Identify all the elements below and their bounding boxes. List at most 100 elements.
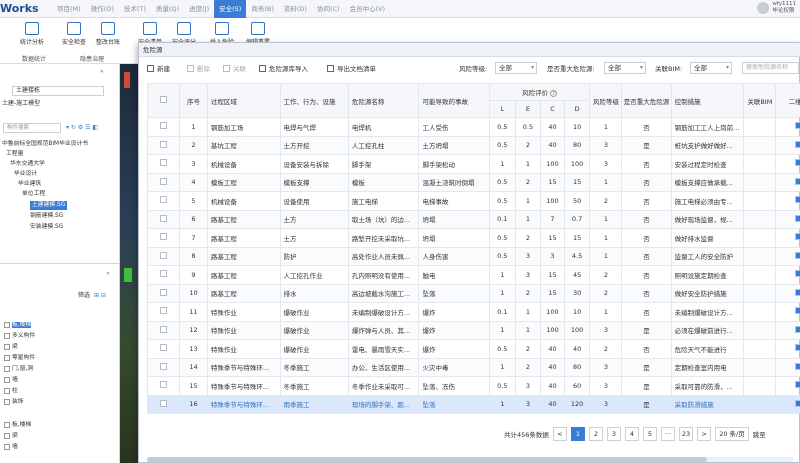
import-button[interactable]: 危险源库导入 [259, 64, 308, 74]
row-checkbox[interactable] [160, 196, 168, 204]
user-info[interactable]: wfy1111 毕论权限 [757, 1, 796, 15]
checkbox[interactable] [4, 376, 10, 383]
row-qr-cell[interactable] [775, 394, 800, 414]
tree-item-root[interactable]: 中鲁前标全国规范BIM毕业设计书 [2, 140, 88, 149]
page-23-button[interactable]: 23 [678, 427, 694, 441]
qr-code-icon[interactable] [794, 288, 800, 296]
qr-code-icon[interactable] [794, 196, 800, 204]
row-qr-cell[interactable] [775, 320, 800, 340]
page-2-button[interactable]: 2 [588, 427, 603, 441]
component-item[interactable]: 柱 [4, 387, 18, 396]
tree-item-rebar-model[interactable]: 钢筋建模.SG [30, 212, 63, 221]
export-button[interactable]: 导出文档清单 [327, 64, 376, 74]
row-checkbox[interactable] [160, 270, 168, 278]
table-row[interactable]: 14 特殊季节与特殊环... 冬季施工 办公、生活区使用... 火灾中毒 1 2 40 80 3 是… [147, 357, 800, 377]
row-qr-cell[interactable] [775, 376, 800, 396]
row-bim[interactable] [743, 376, 777, 396]
page-ellipsis[interactable]: ··· [660, 427, 675, 441]
component-item[interactable]: 梁 [4, 432, 18, 441]
page-5-button[interactable]: 5 [642, 427, 657, 441]
row-checkbox-cell[interactable] [147, 191, 181, 211]
row-bim[interactable] [743, 191, 777, 211]
row-checkbox[interactable] [160, 381, 168, 389]
menu-safety[interactable]: 安全(S) [214, 0, 247, 18]
component-item[interactable]: 门,窗,洞 [4, 365, 33, 374]
qr-code-icon[interactable] [794, 381, 800, 389]
row-bim[interactable] [743, 154, 777, 174]
scrollbar-thumb[interactable] [147, 457, 707, 462]
menu-business[interactable]: 商务(B) [246, 0, 279, 18]
qr-code-icon[interactable] [794, 214, 800, 222]
row-bim[interactable] [743, 228, 777, 248]
statistics-button[interactable]: 统计分析 [14, 22, 50, 46]
row-checkbox-cell[interactable] [147, 283, 181, 303]
header-checkbox[interactable] [147, 83, 181, 118]
next-page-button[interactable]: > [697, 427, 712, 441]
component-item[interactable]: 墙 [4, 443, 18, 452]
qr-code-icon[interactable] [794, 159, 800, 167]
table-row[interactable]: 4 模板工程 模板支撑 模板 混凝土浇筑时倒塌 0.5 2 15 15 1 否模板支撑应做承载... [147, 172, 800, 192]
row-checkbox[interactable] [160, 325, 168, 333]
row-checkbox-cell[interactable] [147, 302, 181, 322]
qr-code-icon[interactable] [794, 362, 800, 370]
prev-page-button[interactable]: < [552, 427, 567, 441]
qr-code-icon[interactable] [794, 177, 800, 185]
table-row[interactable]: 11 特殊作业 爆破作业 未编制爆破设计方... 爆炸 0.1 1 100 10 1 否未编制爆破设… [147, 302, 800, 322]
row-checkbox-cell[interactable] [147, 376, 181, 396]
component-item[interactable]: 板,楼梯 [4, 421, 31, 430]
table-row[interactable]: 10 路基工程 排水 高边坡截水沟施工... 坠落 1 2 15 30 2 否做好安全防护措施 [147, 283, 800, 303]
row-checkbox[interactable] [160, 399, 168, 407]
row-qr-cell[interactable] [775, 283, 800, 303]
row-checkbox-cell[interactable] [147, 209, 181, 229]
component-search-input[interactable]: 构件搜索 [3, 123, 61, 133]
component-item[interactable]: 零星构件 [4, 354, 35, 363]
table-row[interactable]: 6 路基工程 土方 取土场（坑）的边... 坍塌 0.1 1 7 0.7 1 否做好现场监督，规..… [147, 209, 800, 229]
checkbox[interactable] [4, 343, 10, 350]
qr-code-icon[interactable] [794, 270, 800, 278]
table-row[interactable]: 16 特殊季节与特殊环... 雨季施工 现场的脚手架、跑... 坠落 1 3 40 120 3 是采… [147, 394, 800, 414]
safety-check-button[interactable]: 安全检查 [56, 22, 92, 46]
checkbox[interactable] [4, 321, 10, 328]
table-row[interactable]: 13 特殊作业 爆破作业 雷电、暴雨雪天实... 爆炸 0.5 2 40 40 2 否危险天气不能进… [147, 339, 800, 359]
tree-item-unit[interactable]: 单位工程 [22, 190, 45, 199]
row-bim[interactable] [743, 339, 777, 359]
qr-code-icon[interactable] [794, 233, 800, 241]
row-checkbox[interactable] [160, 233, 168, 241]
table-row[interactable]: 1 钢筋加工场 电焊与气焊 电焊机 工人受伤 0.5 0.5 40 10 1 否钢筋加工工人上岗前.… [147, 117, 800, 137]
rectification-ledger-button[interactable]: 整改台账 [90, 22, 126, 46]
checkbox[interactable] [4, 421, 10, 428]
tree-item-building[interactable]: 毕业建筑 [18, 180, 41, 189]
row-checkbox-cell[interactable] [147, 228, 181, 248]
row-bim[interactable] [743, 246, 777, 266]
table-row[interactable]: 2 基坑工程 土方开挖 人工挖孔柱 土方坍塌 0.5 2 40 80 3 是桩坑支护做好做好... [147, 135, 800, 155]
row-checkbox-cell[interactable] [147, 246, 181, 266]
table-row[interactable]: 7 路基工程 土方 路堑开挖未采取坑... 坍塌 0.5 2 15 15 1 否做好排水监督 [147, 228, 800, 248]
row-checkbox-cell[interactable] [147, 339, 181, 359]
help-icon[interactable]: ? [550, 90, 558, 97]
row-bim[interactable] [743, 357, 777, 377]
checkbox[interactable] [4, 432, 10, 439]
row-checkbox[interactable] [160, 362, 168, 370]
qr-code-icon[interactable] [794, 325, 800, 333]
hazard-search-input[interactable]: 搜索危险源名称 [742, 62, 799, 74]
tree-item-university[interactable]: 华东交通大学 [10, 160, 45, 169]
row-checkbox-cell[interactable] [147, 357, 181, 377]
qr-code-icon[interactable] [794, 140, 800, 148]
row-checkbox[interactable] [160, 344, 168, 352]
qr-code-icon[interactable] [794, 399, 800, 407]
row-bim[interactable] [743, 209, 777, 229]
row-checkbox[interactable] [160, 307, 168, 315]
qr-code-icon[interactable] [794, 307, 800, 315]
row-qr-cell[interactable] [775, 228, 800, 248]
row-checkbox-cell[interactable] [147, 172, 181, 192]
checkbox[interactable] [4, 365, 10, 372]
row-bim[interactable] [743, 265, 777, 285]
row-bim[interactable] [743, 302, 777, 322]
menu-technology[interactable]: 技术(T) [119, 0, 151, 18]
expand-collapse-icon[interactable]: ⊞ ⊟ [94, 290, 106, 302]
row-checkbox[interactable] [160, 288, 168, 296]
delete-button[interactable]: 删除 [187, 64, 210, 74]
table-row[interactable]: 12 特殊作业 爆破作业 爆炸弹与人员、其... 爆炸 1 1 100 100 3 是必须在爆破前进… [147, 320, 800, 340]
table-row[interactable]: 15 特殊季节与特殊环... 冬季施工 冬季作业未采取可... 坠落、冻伤 0.5 3 40 6… [147, 376, 800, 396]
row-checkbox-cell[interactable] [147, 320, 181, 340]
